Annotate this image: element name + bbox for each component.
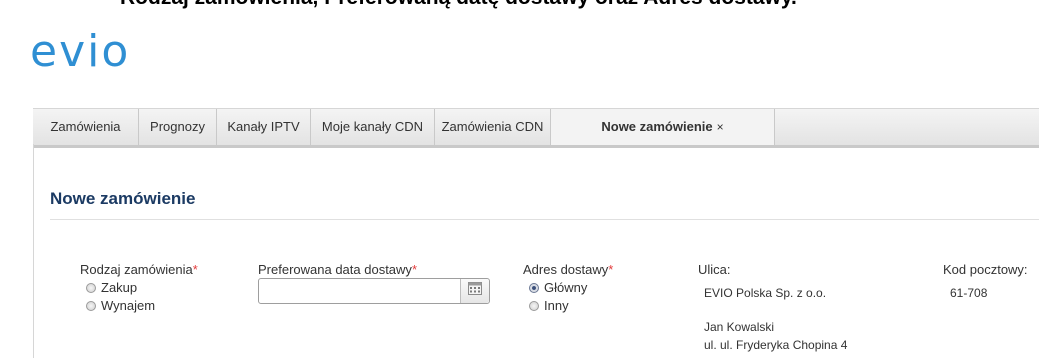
tab-label: Nowe zamówienie <box>601 119 713 134</box>
radio-button-icon[interactable] <box>86 282 96 293</box>
street-company: EVIO Polska Sp. z o.o. <box>704 286 827 300</box>
evio-logo: evio <box>30 26 131 77</box>
tab-label: Prognozy <box>150 119 205 134</box>
tab-prognozy[interactable]: Prognozy <box>139 109 217 145</box>
radio-label: Inny <box>544 298 569 313</box>
calendar-icon <box>468 282 482 300</box>
content-border <box>33 144 34 358</box>
delivery-address-label-text: Adres dostawy <box>523 262 609 277</box>
radio-button-icon[interactable] <box>529 300 539 311</box>
tab-label: Kanały IPTV <box>227 119 300 134</box>
radio-button-icon[interactable] <box>86 300 96 311</box>
order-type-label-text: Rodzaj zamówienia <box>80 262 193 277</box>
postal-value: 61-708 <box>950 286 988 300</box>
radio-inny[interactable]: Inny <box>529 298 569 313</box>
required-mark: * <box>411 262 417 277</box>
required-mark: * <box>608 262 614 277</box>
radio-label: Zakup <box>101 280 138 295</box>
street-person: Jan Kowalski <box>704 320 775 334</box>
required-mark: * <box>192 262 198 277</box>
radio-button-selected-icon[interactable] <box>529 282 539 293</box>
tab-bar: Zamówienia Prognozy Kanały IPTV Moje kan… <box>33 108 1039 148</box>
tab-zamowienia-cdn[interactable]: Zamówienia CDN <box>435 109 551 145</box>
title-divider <box>50 219 1039 220</box>
tab-zamowienia[interactable]: Zamówienia <box>33 109 139 145</box>
radio-label: Główny <box>544 280 588 295</box>
tab-label: Zamówienia CDN <box>441 119 544 134</box>
tab-nowe-zamowienie[interactable]: Nowe zamówienie × <box>551 109 775 145</box>
delivery-date-field[interactable] <box>258 278 490 304</box>
radio-wynajem[interactable]: Wynajem <box>86 298 155 313</box>
delivery-date-label-text: Preferowana data dostawy <box>258 262 412 277</box>
tab-moje-kanaly-cdn[interactable]: Moje kanały CDN <box>311 109 435 145</box>
tab-kanaly-iptv[interactable]: Kanały IPTV <box>217 109 311 145</box>
close-icon[interactable]: × <box>717 120 724 134</box>
street-line: ul. ul. Fryderyka Chopina 4 <box>704 338 848 352</box>
page-title: Nowe zamówienie <box>50 189 196 208</box>
order-type-label: Rodzaj zamówienia* <box>80 262 198 277</box>
tab-label: Zamówienia <box>50 119 121 134</box>
radio-glowny[interactable]: Główny <box>529 280 587 295</box>
delivery-date-input[interactable] <box>259 279 463 303</box>
page-caption: Rodzaj zamówienia, Preferowaną datę dost… <box>120 0 797 10</box>
street-label: Ulica: <box>698 262 731 277</box>
delivery-address-label: Adres dostawy* <box>523 262 613 277</box>
postal-label: Kod pocztowy: <box>943 262 1028 277</box>
radio-label: Wynajem <box>101 298 156 313</box>
tab-label: Moje kanały CDN <box>321 119 424 134</box>
radio-zakup[interactable]: Zakup <box>86 280 137 295</box>
delivery-date-label: Preferowana data dostawy* <box>258 262 417 277</box>
calendar-button[interactable] <box>460 279 489 303</box>
